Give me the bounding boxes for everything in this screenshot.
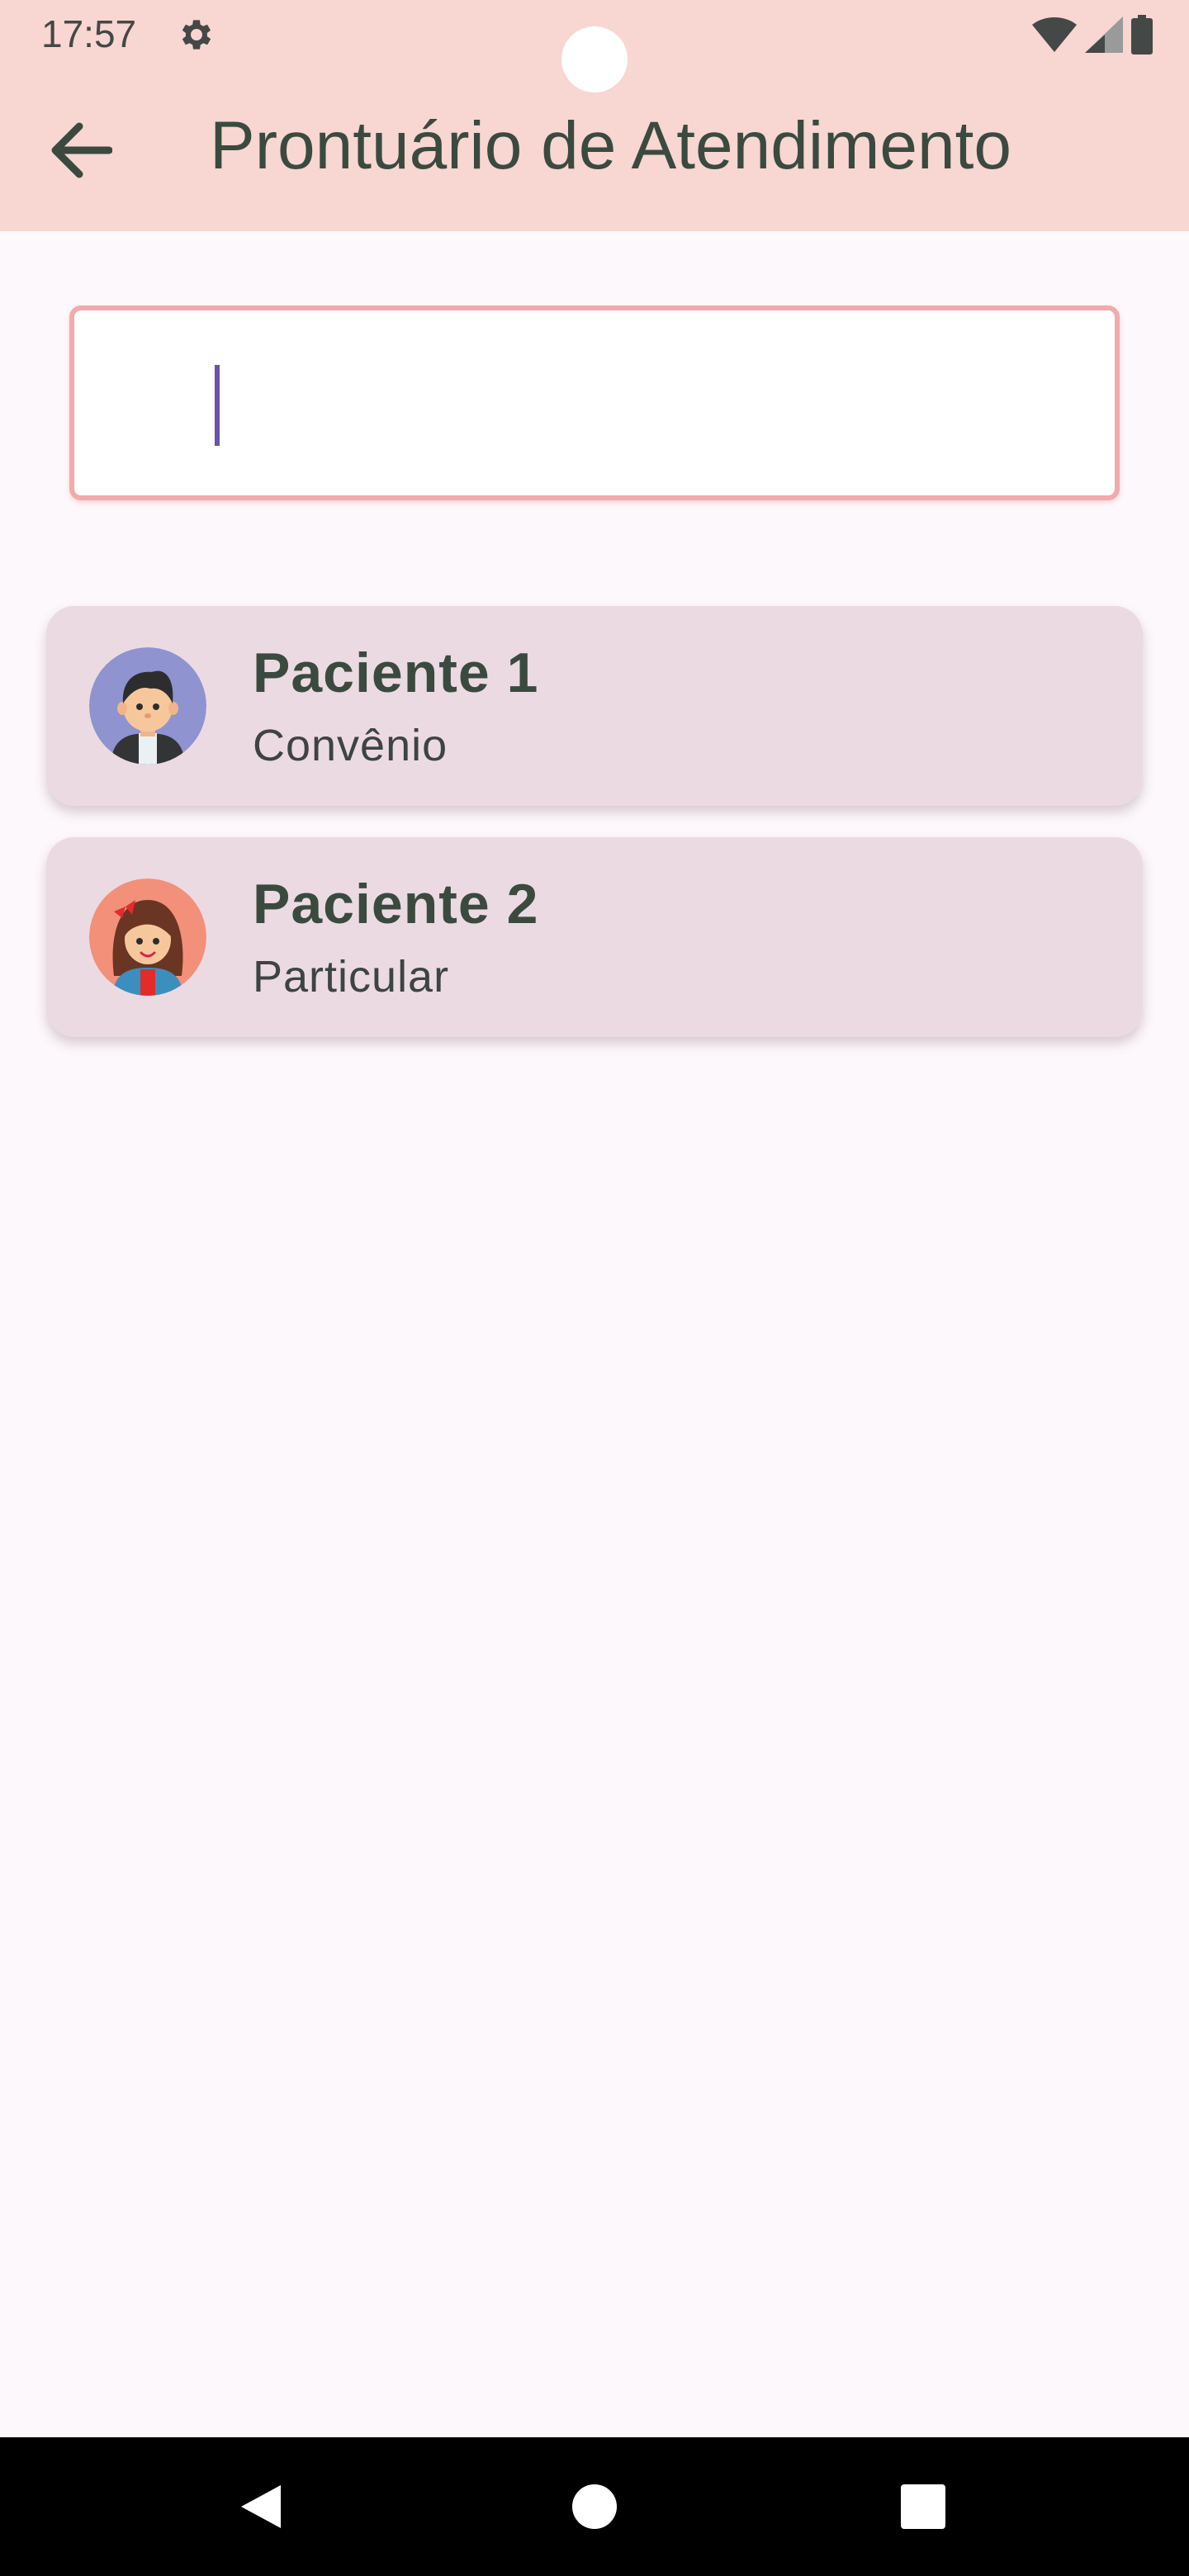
patient-name: Paciente 2 — [253, 873, 539, 935]
camera-cutout — [561, 26, 628, 92]
arrow-back-icon — [51, 122, 112, 178]
nav-home-icon — [572, 2484, 617, 2529]
status-time: 17:57 — [41, 12, 137, 55]
back-button[interactable] — [46, 116, 116, 185]
nav-back-button[interactable] — [220, 2465, 302, 2548]
signal-icon — [1085, 17, 1123, 53]
patient-card[interactable]: Paciente 1 Convênio — [46, 606, 1143, 806]
app-bar: 17:57 Prontuário de Atendimento — [0, 0, 1189, 231]
status-icons — [1032, 15, 1153, 54]
girl-avatar-icon — [89, 878, 206, 996]
nav-recents-button[interactable] — [882, 2465, 964, 2548]
battery-icon — [1131, 15, 1153, 54]
status-bar: 17:57 — [0, 0, 1189, 92]
nav-back-icon — [241, 2485, 281, 2528]
nav-recents-icon — [901, 2484, 945, 2529]
patient-type: Particular — [253, 952, 450, 1002]
text-cursor — [215, 365, 220, 446]
gear-icon — [175, 15, 215, 54]
patient-card[interactable]: Paciente 2 Particular — [46, 837, 1143, 1037]
patient-type: Convênio — [253, 721, 448, 770]
page-title: Prontuário de Atendimento — [210, 108, 1011, 183]
navigation-bar — [0, 2437, 1189, 2576]
patient-name: Paciente 1 — [253, 642, 539, 704]
search-field[interactable] — [69, 305, 1120, 500]
nav-home-button[interactable] — [553, 2465, 636, 2548]
search-input[interactable] — [198, 352, 1077, 452]
wifi-icon — [1032, 17, 1077, 52]
boy-avatar-icon — [89, 647, 206, 765]
